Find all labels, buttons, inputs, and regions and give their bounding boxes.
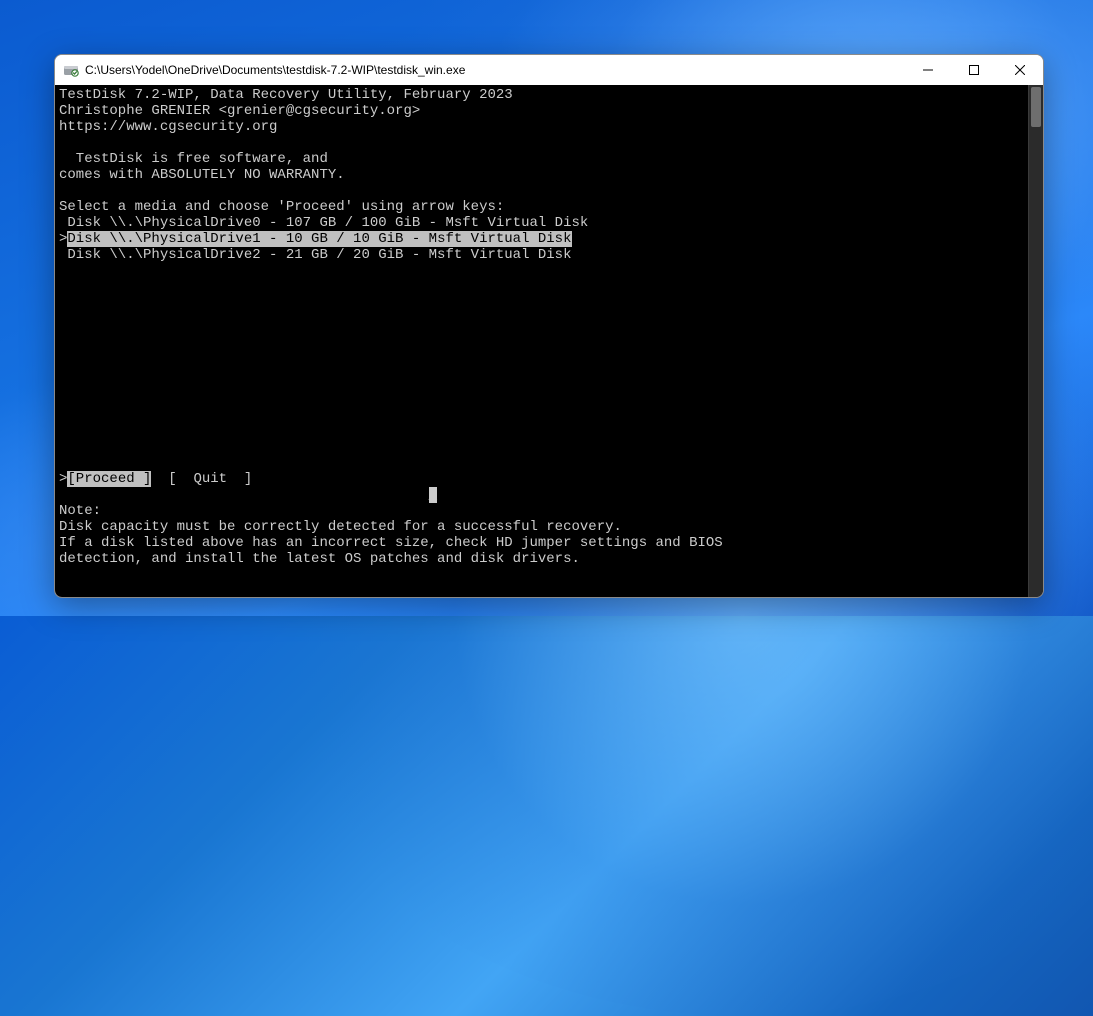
cursor-line: _ [55, 487, 1043, 503]
blank-line [55, 135, 1043, 151]
blank-line [55, 263, 1043, 279]
proceed-option[interactable]: [Proceed ] [67, 471, 151, 487]
blank-line [55, 327, 1043, 343]
blank-line [55, 439, 1043, 455]
scrollbar-thumb[interactable] [1031, 87, 1041, 127]
info-line: TestDisk is free software, and [55, 151, 1043, 167]
window-controls [905, 55, 1043, 85]
blank-line [55, 343, 1043, 359]
blank-line [55, 423, 1043, 439]
disk-text: Disk \\.\PhysicalDrive2 - 21 GB / 20 GiB… [59, 247, 571, 263]
blank-line [55, 391, 1043, 407]
scrollbar[interactable] [1028, 85, 1043, 597]
minimize-button[interactable] [905, 55, 951, 85]
console-area[interactable]: TestDisk 7.2-WIP, Data Recovery Utility,… [55, 85, 1043, 597]
disk-option-0[interactable]: Disk \\.\PhysicalDrive0 - 107 GB / 100 G… [55, 215, 1043, 231]
note-line: Disk capacity must be correctly detected… [55, 519, 1043, 535]
quit-option[interactable]: [ Quit ] [168, 471, 252, 487]
blank-line [55, 183, 1043, 199]
menu-row: >[Proceed ] [ Quit ] [55, 471, 1043, 487]
disk-option-2[interactable]: Disk \\.\PhysicalDrive2 - 21 GB / 20 GiB… [55, 247, 1043, 263]
header-line: https://www.cgsecurity.org [55, 119, 1043, 135]
blank-line [55, 279, 1043, 295]
prompt-line: Select a media and choose 'Proceed' usin… [55, 199, 1043, 215]
window-title: C:\Users\Yodel\OneDrive\Documents\testdi… [85, 63, 905, 77]
blank-line [55, 359, 1043, 375]
header-line: TestDisk 7.2-WIP, Data Recovery Utility,… [55, 87, 1043, 103]
blank-line [55, 455, 1043, 471]
maximize-icon [969, 65, 979, 75]
maximize-button[interactable] [951, 55, 997, 85]
app-icon [63, 62, 79, 78]
blank-line [55, 375, 1043, 391]
blank-line [55, 295, 1043, 311]
note-line: detection, and install the latest OS pat… [55, 551, 1043, 567]
disk-text: Disk \\.\PhysicalDrive0 - 107 GB / 100 G… [59, 215, 588, 231]
disk-text: Disk \\.\PhysicalDrive1 - 10 GB / 10 GiB… [67, 231, 571, 247]
minimize-icon [923, 65, 933, 75]
note-line: If a disk listed above has an incorrect … [55, 535, 1043, 551]
close-icon [1015, 65, 1025, 75]
blank-line [55, 311, 1043, 327]
cursor-icon: _ [429, 487, 437, 503]
disk-option-1[interactable]: >Disk \\.\PhysicalDrive1 - 10 GB / 10 Gi… [55, 231, 1043, 247]
info-line: comes with ABSOLUTELY NO WARRANTY. [55, 167, 1043, 183]
header-line: Christophe GRENIER <grenier@cgsecurity.o… [55, 103, 1043, 119]
blank-line [55, 407, 1043, 423]
app-window: C:\Users\Yodel\OneDrive\Documents\testdi… [54, 54, 1044, 598]
titlebar[interactable]: C:\Users\Yodel\OneDrive\Documents\testdi… [55, 55, 1043, 85]
close-button[interactable] [997, 55, 1043, 85]
note-title: Note: [55, 503, 1043, 519]
